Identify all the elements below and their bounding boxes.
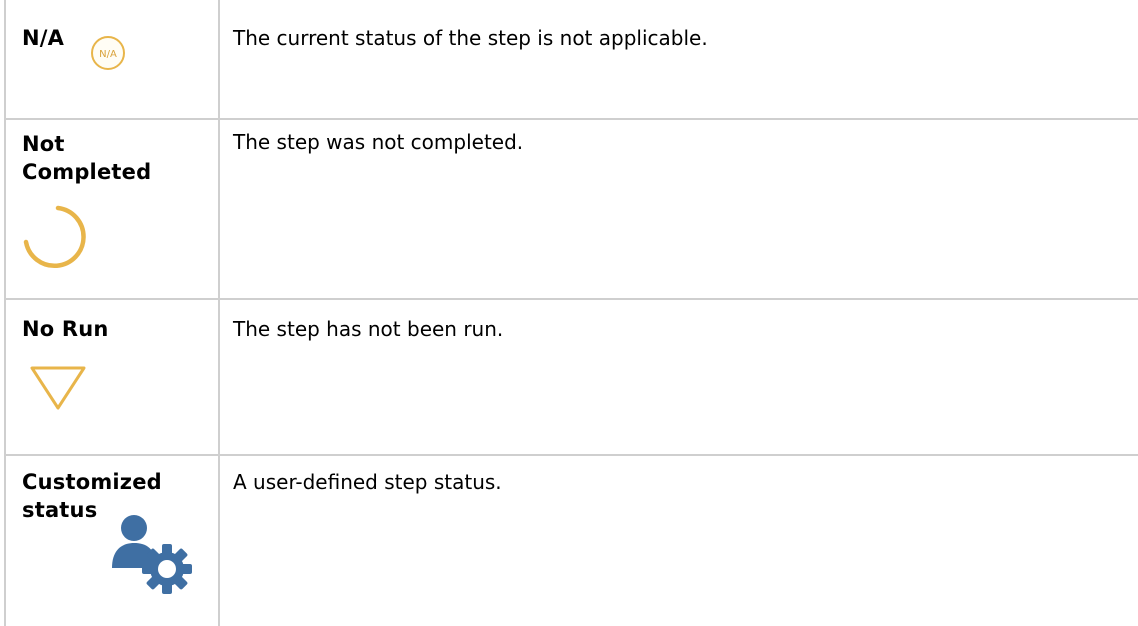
table-row-no-run: No Run The step has not been run.	[0, 298, 1138, 454]
status-name-not-completed: Not Completed	[22, 130, 151, 186]
status-name-line: Completed	[22, 160, 152, 184]
table-row-customized: Customized status A user-defined step st…	[0, 454, 1138, 626]
table-row-not-completed: Not Completed The step was not completed…	[0, 118, 1138, 298]
na-icon-label: N/A	[99, 49, 117, 60]
status-description-na: The current status of the step is not ap…	[233, 26, 708, 50]
na-icon: N/A	[89, 34, 127, 72]
status-description-not-completed: The step was not completed.	[233, 130, 524, 154]
user-gear-icon	[108, 512, 194, 598]
status-name-line: Customized	[22, 470, 162, 494]
status-name-line: Not	[22, 132, 65, 156]
table-row-na: N/A N/A The current status of the step i…	[0, 0, 1138, 118]
not-completed-arc-icon	[14, 202, 94, 272]
status-table: N/A N/A The current status of the step i…	[0, 0, 1138, 626]
no-run-triangle-icon	[22, 362, 96, 414]
status-description-customized: A user-defined step status.	[233, 470, 502, 494]
status-name-na: N/A	[22, 26, 65, 50]
status-name-no-run: No Run	[22, 317, 109, 341]
status-description-no-run: The step has not been run.	[233, 317, 504, 341]
